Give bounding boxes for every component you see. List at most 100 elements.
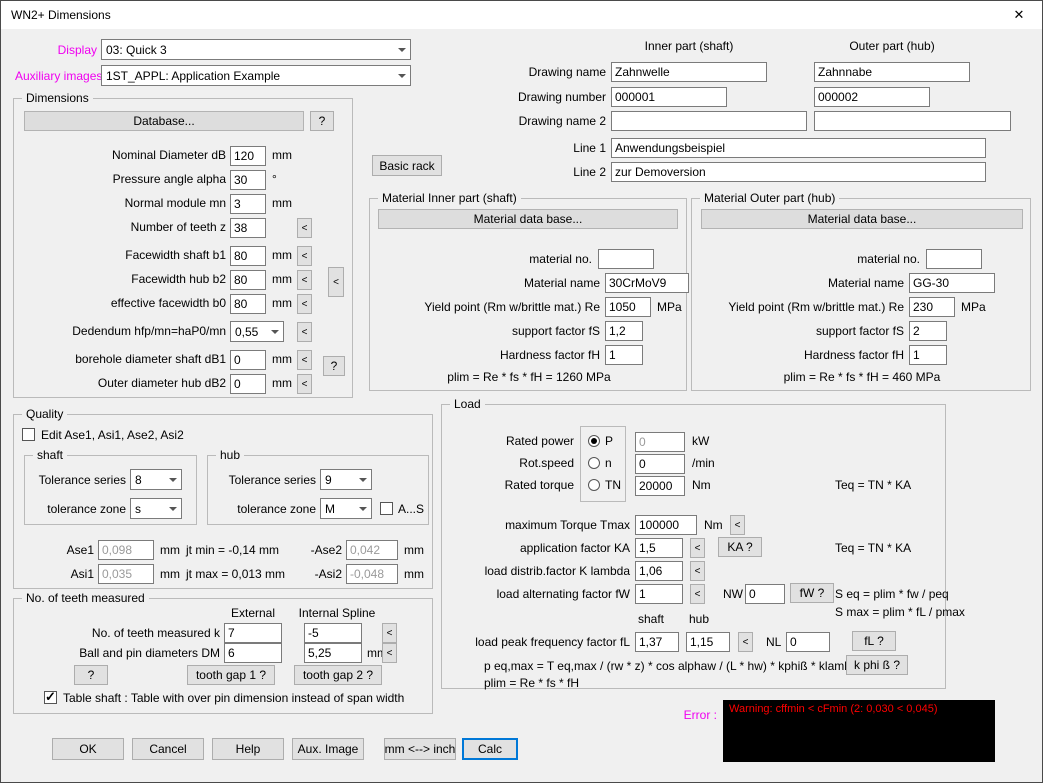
left-arrow-button[interactable]: < <box>297 294 312 314</box>
edit-ase-checkbox[interactable] <box>22 428 35 441</box>
teeth-k-external-input[interactable] <box>224 623 282 643</box>
material-hub-yield-input[interactable] <box>909 297 955 317</box>
line1-input[interactable] <box>611 138 986 158</box>
left-arrow-button[interactable]: < <box>297 218 312 238</box>
ka-help-button[interactable]: KA ? <box>718 537 762 557</box>
ase2-input[interactable] <box>346 540 398 560</box>
material-hub-database-button[interactable]: Material data base... <box>701 209 1023 229</box>
close-button[interactable]: ✕ <box>996 1 1042 29</box>
dm-external-input[interactable] <box>224 643 282 663</box>
display-combo[interactable]: 03: Quick 3 <box>101 39 411 60</box>
ase1-input[interactable] <box>98 540 154 560</box>
left-arrow-button[interactable]: < <box>730 515 745 535</box>
rated-power-input[interactable] <box>635 432 685 452</box>
material-shaft-database-button[interactable]: Material data base... <box>378 209 678 229</box>
shaft-tolerance-zone-combo[interactable]: s <box>130 498 182 519</box>
dm-internal-input[interactable] <box>304 643 362 663</box>
left-arrow-button[interactable]: < <box>297 246 312 266</box>
torque-radio[interactable] <box>588 479 600 491</box>
mm-inch-toggle-button[interactable]: mm <--> inch <box>384 738 456 760</box>
material-name-label: Material name <box>370 276 600 290</box>
line2-input[interactable] <box>611 162 986 182</box>
asi1-input[interactable] <box>98 564 154 584</box>
aux-image-button[interactable]: Aux. Image <box>292 738 364 760</box>
calc-button[interactable]: Calc <box>462 738 518 760</box>
rot-speed-input[interactable] <box>635 454 685 474</box>
power-radio[interactable] <box>588 435 600 447</box>
dimensions-help-button[interactable]: ? <box>310 111 334 131</box>
fw-help-button[interactable]: fW ? <box>790 583 834 603</box>
a-s-checkbox[interactable] <box>380 502 393 515</box>
application-factor-input[interactable] <box>635 538 683 558</box>
tooth-gap2-button[interactable]: tooth gap 2 ? <box>294 665 382 685</box>
normal-module-input[interactable] <box>230 194 266 214</box>
left-arrow-button[interactable]: < <box>690 538 705 558</box>
load-alternating-input[interactable] <box>635 584 683 604</box>
hardness-factor-label: Hardness factor fH <box>370 348 600 362</box>
quality-hub-group: hub Tolerance series 9 tolerance zone M … <box>207 455 429 525</box>
material-hub-no-input[interactable] <box>926 249 982 269</box>
help-button[interactable]: Help <box>212 738 284 760</box>
dedendum-combo[interactable]: 0,55 <box>230 321 284 342</box>
left-arrow-button[interactable]: < <box>690 584 705 604</box>
fl-hub-input[interactable] <box>686 632 730 652</box>
facewidth-hub-input[interactable] <box>230 270 266 290</box>
drawing-number-hub-input[interactable] <box>814 87 930 107</box>
borehole-diameter-input[interactable] <box>230 350 266 370</box>
asi1-unit: mm <box>160 567 180 581</box>
facewidth-shaft-input[interactable] <box>230 246 266 266</box>
left-arrow-button[interactable]: < <box>738 632 753 652</box>
nominal-diameter-input[interactable] <box>230 146 266 166</box>
tooth-gap1-button[interactable]: tooth gap 1 ? <box>187 665 275 685</box>
left-arrow-button[interactable]: < <box>297 350 312 370</box>
nl-input[interactable] <box>786 632 830 652</box>
material-shaft-fh-input[interactable] <box>605 345 643 365</box>
fl-shaft-input[interactable] <box>635 632 679 652</box>
database-button[interactable]: Database... <box>24 111 304 131</box>
cancel-button[interactable]: Cancel <box>132 738 204 760</box>
fl-help-button[interactable]: fL ? <box>852 631 896 651</box>
table-shaft-checkbox[interactable] <box>44 691 57 704</box>
pressure-angle-input[interactable] <box>230 170 266 190</box>
left-arrow-button[interactable]: < <box>382 623 397 643</box>
basic-rack-button[interactable]: Basic rack <box>372 155 442 176</box>
load-distribution-input[interactable] <box>635 561 683 581</box>
left-arrow-button[interactable]: < <box>297 270 312 290</box>
left-arrow-tall-button[interactable]: < <box>328 267 344 297</box>
kphi-help-button[interactable]: k phi ß ? <box>846 655 908 675</box>
drawing-name2-shaft-input[interactable] <box>611 111 807 131</box>
outer-diameter-hub-input[interactable] <box>230 374 266 394</box>
shaft-tolerance-series-combo[interactable]: 8 <box>130 469 182 490</box>
material-hub-fs-input[interactable] <box>909 321 947 341</box>
material-hub-fh-input[interactable] <box>909 345 947 365</box>
left-arrow-button[interactable]: < <box>297 322 312 342</box>
material-shaft-yield-input[interactable] <box>605 297 651 317</box>
effective-facewidth-input[interactable] <box>230 294 266 314</box>
diameter-help-button[interactable]: ? <box>323 356 345 376</box>
material-shaft-fs-input[interactable] <box>605 321 643 341</box>
rated-torque-input[interactable] <box>635 476 685 496</box>
teeth-help-button[interactable]: ? <box>74 665 108 685</box>
asi2-input[interactable] <box>346 564 398 584</box>
teeth-number-input[interactable] <box>230 218 266 238</box>
aux-images-combo[interactable]: 1ST_APPL: Application Example <box>101 65 411 86</box>
left-arrow-button[interactable]: < <box>382 643 397 663</box>
hub-tolerance-zone-combo[interactable]: M <box>320 498 372 519</box>
ok-button[interactable]: OK <box>52 738 124 760</box>
material-hub-name-input[interactable] <box>909 273 995 293</box>
left-arrow-button[interactable]: < <box>297 374 312 394</box>
teeth-k-internal-input[interactable] <box>304 623 362 643</box>
nw-input[interactable] <box>745 584 785 604</box>
hub-tolerance-series-combo[interactable]: 9 <box>320 469 372 490</box>
drawing-name2-hub-input[interactable] <box>814 111 1011 131</box>
material-shaft-name-input[interactable] <box>605 273 689 293</box>
drawing-name-shaft-input[interactable] <box>611 62 767 82</box>
line2-label: Line 2 <box>531 165 606 179</box>
drawing-name-hub-input[interactable] <box>814 62 970 82</box>
max-torque-input[interactable] <box>635 515 697 535</box>
speed-radio[interactable] <box>588 457 600 469</box>
drawing-number-shaft-input[interactable] <box>611 87 727 107</box>
quality-group: Quality Edit Ase1, Asi1, Ase2, Asi2 shaf… <box>13 414 433 589</box>
left-arrow-button[interactable]: < <box>690 561 705 581</box>
material-shaft-no-input[interactable] <box>598 249 654 269</box>
